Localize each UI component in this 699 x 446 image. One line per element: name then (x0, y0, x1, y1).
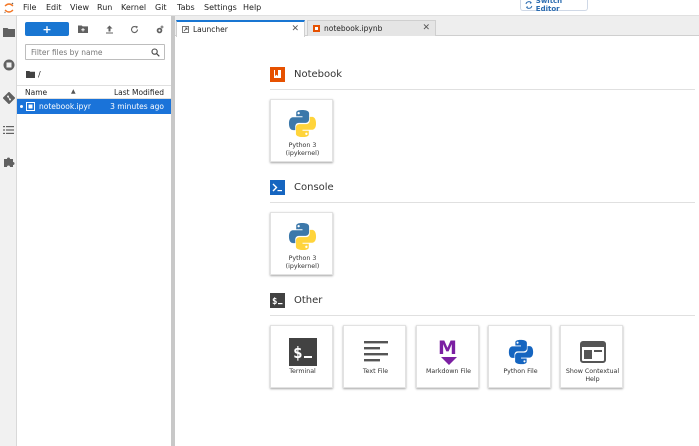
notebook-section-icon (270, 67, 285, 82)
card-label: Python File (503, 368, 538, 375)
launcher-card-terminal[interactable]: $ Terminal (270, 325, 333, 388)
list-icon (3, 125, 14, 134)
upload-icon (105, 25, 113, 33)
launcher-card-text-file[interactable]: Text File (343, 325, 406, 388)
section-console: Console (270, 180, 334, 195)
section-other: $ Other (270, 293, 322, 308)
left-sidebar-tabs (0, 16, 17, 446)
git-clone-button[interactable] (155, 24, 165, 34)
text-file-icon (360, 336, 391, 367)
file-list-header: Name ▲ Last Modified (17, 85, 171, 99)
new-button-label: + (42, 22, 52, 36)
menu-kernel[interactable]: Kernel (121, 3, 146, 12)
search-icon (151, 48, 160, 57)
section-title: Other (294, 295, 323, 306)
svg-text:$: $ (293, 343, 303, 362)
tab-label: notebook.ipynb (324, 24, 383, 33)
breadcrumb-path[interactable]: / (38, 70, 41, 79)
jupyter-logo-icon (4, 2, 14, 14)
card-label: Markdown File (425, 368, 472, 375)
close-icon[interactable]: ✕ (291, 24, 299, 34)
python-file-icon (505, 336, 536, 367)
file-filter-input[interactable] (26, 45, 146, 59)
card-label: Python 3 (ipykernel) (285, 255, 320, 270)
terminal-icon: $ (287, 336, 318, 367)
launcher-card-python-file[interactable]: Python File (488, 325, 551, 388)
column-last-modified[interactable]: Last Modified (114, 88, 164, 97)
sort-asc-icon: ▲ (71, 88, 76, 95)
menu-edit[interactable]: Edit (46, 3, 62, 12)
main-dock-panel: Launcher ✕ notebook.ipynb ✕ Notebook Pyt… (175, 16, 699, 446)
console-section-icon (270, 180, 285, 195)
switch-editor-label: Switch Editor (535, 0, 563, 13)
upload-button[interactable] (104, 24, 114, 34)
folder-icon (2, 27, 15, 37)
refresh-button[interactable] (129, 24, 139, 34)
markdown-icon: M (433, 336, 464, 367)
tab-label: Launcher (193, 25, 228, 34)
card-label: Text File (362, 368, 389, 375)
svg-text:M: M (438, 337, 457, 359)
tab-bar: Launcher ✕ notebook.ipynb ✕ (175, 16, 699, 37)
section-divider (270, 202, 695, 203)
new-folder-button[interactable] (78, 24, 88, 34)
other-section-icon: $ (270, 293, 285, 308)
menu-git[interactable]: Git (155, 3, 167, 12)
file-browser-tab[interactable] (2, 25, 15, 38)
tab-notebook[interactable]: notebook.ipynb ✕ (307, 20, 436, 36)
tab-launcher[interactable]: Launcher ✕ (176, 20, 305, 37)
puzzle-icon (3, 157, 14, 167)
notebook-tab-icon (313, 25, 320, 32)
python-logo-icon (287, 221, 318, 252)
python-logo-icon (287, 108, 318, 139)
section-divider (270, 315, 695, 316)
switch-editor-button[interactable]: Switch Editor (520, 0, 588, 13)
section-title: Notebook (294, 69, 343, 80)
contextual-help-icon (577, 336, 608, 367)
launcher-card-markdown-file[interactable]: M Markdown File (416, 325, 479, 388)
new-folder-icon (78, 25, 88, 33)
running-indicator-icon (20, 105, 23, 108)
launcher-card-console-python3[interactable]: Python 3 (ipykernel) (270, 212, 333, 275)
column-name[interactable]: Name (25, 88, 47, 97)
section-notebook: Notebook (270, 67, 342, 82)
file-browser-toolbar: + (17, 16, 171, 40)
menu-file[interactable]: File (23, 3, 36, 12)
stop-circle-icon (3, 59, 14, 70)
running-tab[interactable] (2, 58, 15, 71)
extensions-tab[interactable] (2, 155, 15, 168)
card-label: Terminal (289, 368, 316, 375)
menu-bar: File Edit View Run Kernel Git Tabs Setti… (0, 0, 699, 16)
card-label: Show Contextual Help (565, 368, 620, 383)
card-label: Python 3 (ipykernel) (285, 142, 320, 157)
file-name: notebook.ipynb (39, 102, 91, 111)
menu-run[interactable]: Run (97, 3, 112, 12)
file-filter-box (25, 44, 165, 60)
git-icon (2, 91, 15, 104)
menu-settings[interactable]: Settings (204, 3, 237, 12)
switch-arrows-icon (525, 1, 533, 9)
menu-view[interactable]: View (70, 3, 89, 12)
launcher-card-notebook-python3[interactable]: Python 3 (ipykernel) (270, 99, 333, 162)
file-browser-panel: + / Name ▲ Last Modified notebook.ipynb … (17, 16, 171, 446)
launcher-body: Notebook Python 3 (ipykernel) Console Py… (175, 36, 699, 446)
git-tab[interactable] (2, 91, 15, 104)
section-title: Console (294, 182, 334, 193)
folder-icon[interactable] (26, 71, 35, 78)
git-clone-icon (156, 25, 163, 33)
svg-text:$: $ (272, 297, 277, 307)
breadcrumb: / (26, 70, 41, 79)
launcher-card-contextual-help[interactable]: Show Contextual Help (560, 325, 623, 388)
new-launcher-button[interactable]: + (25, 22, 69, 36)
close-icon[interactable]: ✕ (422, 23, 430, 33)
launcher-tab-icon (182, 26, 189, 33)
file-modified: 3 minutes ago (110, 102, 164, 111)
notebook-file-icon (26, 102, 35, 111)
table-of-contents-tab[interactable] (2, 123, 15, 136)
menu-help[interactable]: Help (243, 3, 261, 12)
menu-tabs[interactable]: Tabs (177, 3, 195, 12)
file-row-notebook[interactable]: notebook.ipynb 3 minutes ago (17, 99, 171, 114)
refresh-icon (130, 25, 138, 33)
section-divider (270, 89, 695, 90)
